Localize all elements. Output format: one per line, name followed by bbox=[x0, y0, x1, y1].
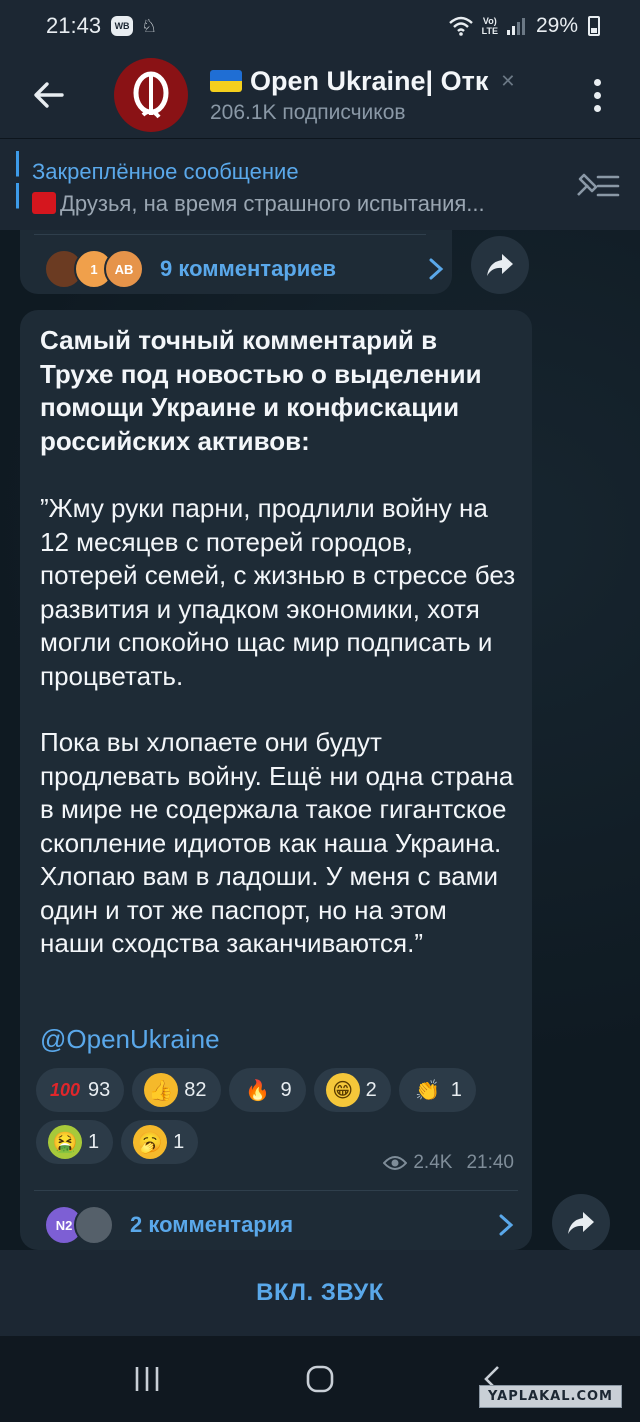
muted-icon: ✕ bbox=[500, 70, 516, 91]
chat-header: Open Ukraine| Отк ✕ 206.1K подписчиков bbox=[0, 52, 640, 138]
channel-info[interactable]: Open Ukraine| Отк ✕ 206.1K подписчиков bbox=[210, 66, 530, 125]
lte-indicator: Vo) LTE bbox=[482, 16, 498, 36]
reaction-fire[interactable]: 🔥 9 bbox=[228, 1068, 306, 1112]
chevron-right-icon bbox=[429, 258, 444, 280]
reaction-grin[interactable]: 😁 2 bbox=[313, 1068, 391, 1112]
chat-area[interactable]: 1 AB 9 комментариев Самый точный коммент… bbox=[0, 230, 640, 1250]
pinned-message-bar[interactable]: Закреплённое сообщение Друзья, на время … bbox=[0, 138, 640, 230]
dot-icon bbox=[593, 78, 601, 86]
red-square-icon bbox=[32, 192, 56, 214]
status-right: Vo) LTE 29% bbox=[448, 14, 600, 38]
share-button[interactable] bbox=[471, 236, 529, 294]
lte-top: Vo) bbox=[482, 16, 497, 26]
reaction-count: 9 bbox=[280, 1078, 292, 1101]
pinned-text-row: Друзья, на время страшного испытания... bbox=[32, 191, 552, 217]
message-bubble[interactable]: Самый точный комментарий в Трухе под нов… bbox=[20, 310, 532, 1250]
reaction-count: 1 bbox=[173, 1130, 185, 1153]
reaction-count: 2 bbox=[365, 1078, 377, 1101]
previous-message-bubble: 1 AB 9 комментариев bbox=[20, 230, 452, 294]
channel-logo-icon bbox=[133, 71, 169, 119]
battery-icon bbox=[588, 16, 600, 36]
channel-title-text: Open Ukraine| Отк bbox=[250, 65, 489, 96]
signal-icon bbox=[506, 18, 525, 35]
message-paragraph: ”Жму руки парни, продлили войну на 12 ме… bbox=[40, 493, 516, 691]
reaction-100[interactable]: 100 93 bbox=[36, 1068, 125, 1112]
share-button[interactable] bbox=[552, 1194, 610, 1250]
divider bbox=[34, 1190, 518, 1191]
comments-link-previous[interactable]: 1 AB 9 комментариев bbox=[44, 244, 444, 294]
commenter-avatar bbox=[74, 1205, 114, 1245]
unmute-button[interactable]: ВКЛ. ЗВУК bbox=[0, 1250, 640, 1336]
wifi-icon bbox=[448, 16, 473, 36]
more-options-button[interactable] bbox=[582, 70, 612, 120]
reaction-count: 82 bbox=[184, 1078, 207, 1101]
reactions-row: 100 93 👍 82 🔥 9 😁 2 👏 1 🤮 1 🥱 1 bbox=[36, 1068, 526, 1164]
channel-title: Open Ukraine| Отк ✕ bbox=[210, 66, 530, 97]
reaction-count: 93 bbox=[88, 1078, 111, 1101]
comments-count: 2 комментария bbox=[130, 1212, 294, 1237]
view-count: 2.4K bbox=[413, 1152, 453, 1173]
pinned-text: Друзья, на время страшного испытания... bbox=[60, 191, 485, 216]
fire-icon: 🔥 bbox=[245, 1079, 270, 1102]
share-arrow-icon bbox=[568, 1212, 594, 1234]
thumbs-up-icon: 👍 bbox=[144, 1073, 179, 1107]
pinned-indicator bbox=[16, 151, 19, 215]
back-button[interactable] bbox=[24, 70, 74, 120]
subscriber-count: 206.1K подписчиков bbox=[210, 100, 406, 124]
comments-link[interactable]: N2 2 комментария bbox=[44, 1202, 514, 1248]
hundred-points-icon: 100 bbox=[49, 1079, 81, 1100]
comments-count: 9 комментариев bbox=[160, 256, 337, 281]
lte-bottom: LTE bbox=[481, 26, 498, 36]
message-meta: 2.4K 21:40 bbox=[383, 1152, 514, 1174]
divider bbox=[34, 234, 426, 235]
reaction-clap[interactable]: 👏 1 bbox=[398, 1068, 476, 1112]
commenter-avatar: AB bbox=[104, 249, 144, 289]
reaction-thumbs-up[interactable]: 👍 82 bbox=[132, 1068, 221, 1112]
ukraine-flag-icon bbox=[210, 70, 242, 92]
notification-icon: ♘ bbox=[141, 15, 158, 36]
system-nav-bar bbox=[0, 1336, 640, 1422]
eye-icon bbox=[383, 1156, 408, 1170]
vomiting-face-icon: 🤮 bbox=[48, 1125, 82, 1159]
status-time: 21:43 bbox=[46, 13, 102, 38]
share-arrow-icon bbox=[487, 254, 513, 276]
reaction-vomit[interactable]: 🤮 1 bbox=[36, 1120, 114, 1164]
clapping-hands-icon: 👏 bbox=[415, 1079, 441, 1102]
message-heading: Самый точный комментарий в Трухе под нов… bbox=[40, 325, 482, 456]
message-time: 21:40 bbox=[466, 1152, 514, 1173]
dot-icon bbox=[593, 91, 601, 99]
pinned-title: Закреплённое сообщение bbox=[32, 159, 299, 184]
reaction-yawn[interactable]: 🥱 1 bbox=[121, 1120, 199, 1164]
reaction-count: 1 bbox=[450, 1078, 462, 1101]
home-icon[interactable] bbox=[305, 1364, 335, 1394]
chevron-right-icon bbox=[499, 1214, 514, 1236]
recent-apps-icon[interactable] bbox=[132, 1364, 162, 1394]
back-arrow-icon bbox=[34, 82, 64, 108]
pinned-list-icon[interactable] bbox=[574, 169, 620, 203]
message-paragraph: Пока вы хлопаете они будут продлевать во… bbox=[40, 727, 514, 958]
yawning-face-icon: 🥱 bbox=[133, 1125, 168, 1159]
battery-percent: 29% bbox=[535, 14, 578, 37]
channel-avatar[interactable] bbox=[114, 58, 188, 132]
grinning-face-icon: 😁 bbox=[325, 1073, 360, 1107]
status-bar: 21:43 WB ♘ Vo) LTE 29% bbox=[0, 0, 640, 52]
wb-icon: WB bbox=[111, 16, 134, 36]
dot-icon bbox=[593, 104, 601, 112]
reaction-count: 1 bbox=[88, 1130, 100, 1153]
channel-link[interactable]: @OpenUkraine bbox=[40, 1024, 220, 1055]
watermark: YAPLAKAL.COM bbox=[479, 1385, 622, 1408]
